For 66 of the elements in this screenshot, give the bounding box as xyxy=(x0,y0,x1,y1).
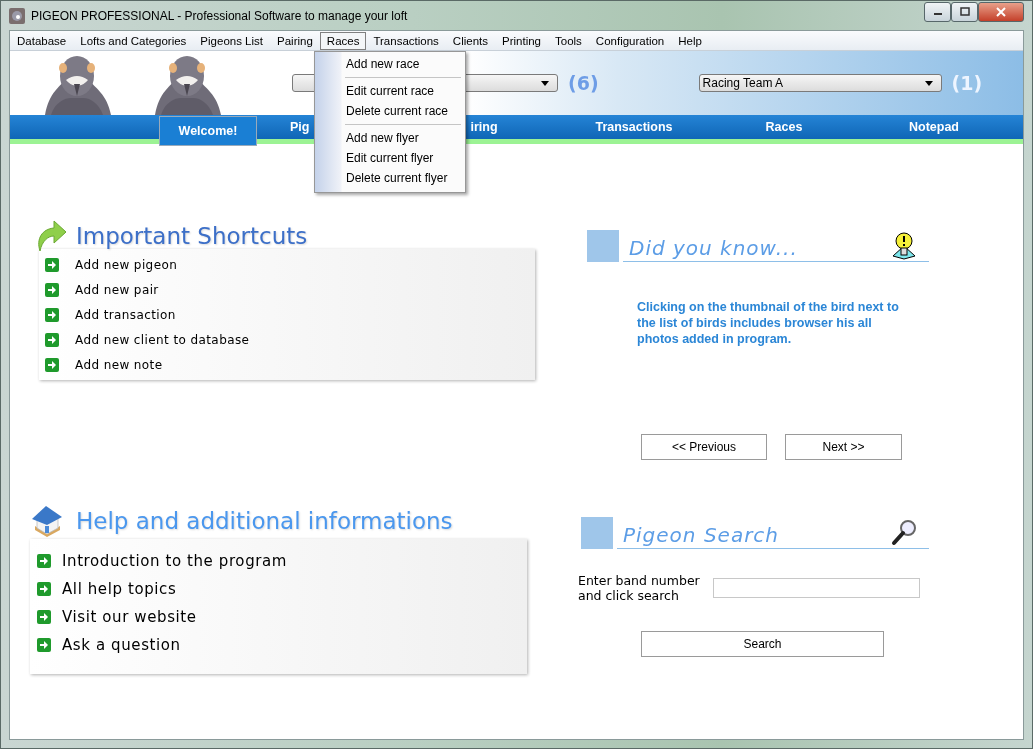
tab[interactable]: Transactions xyxy=(559,115,709,139)
help-link[interactable]: Visit our website xyxy=(62,608,197,626)
close-button[interactable] xyxy=(978,2,1024,22)
menu-item[interactable]: Pairing xyxy=(270,31,320,50)
help-link[interactable]: Ask a question xyxy=(62,636,181,654)
caret-icon xyxy=(541,80,549,86)
arrow-icon xyxy=(37,582,51,596)
dropdown[interactable]: Racing Team A xyxy=(698,74,942,92)
menu-item[interactable]: Configuration xyxy=(588,31,672,50)
magnifier-icon xyxy=(891,519,917,547)
house-icon xyxy=(30,504,64,538)
section-title: Help and additional informations xyxy=(76,508,453,534)
arrow-icon xyxy=(37,554,51,568)
section-title: Did you know... xyxy=(629,236,798,260)
band-number-field[interactable] xyxy=(713,578,920,598)
app-icon xyxy=(9,7,25,24)
menu-item[interactable]: Help xyxy=(671,31,709,50)
menu-item[interactable]: Tools xyxy=(548,31,589,50)
section-title: Pigeon Search xyxy=(623,523,780,547)
menu-option[interactable]: Delete current race xyxy=(315,101,465,121)
menu-option[interactable]: Edit current flyer xyxy=(315,148,465,168)
menu-option[interactable]: Delete current flyer xyxy=(315,168,465,188)
tab[interactable]: Races xyxy=(709,115,859,139)
shortcut-link[interactable]: Add new pair xyxy=(75,283,159,297)
help-link[interactable]: All help topics xyxy=(62,580,177,598)
arrow-icon xyxy=(45,358,59,372)
square-marker xyxy=(581,517,613,549)
close-icon xyxy=(996,7,1006,17)
menu-option[interactable]: Add new race xyxy=(315,54,465,74)
menu-option[interactable]: Add new flyer xyxy=(315,128,465,148)
menu-item[interactable]: Pigeons List xyxy=(193,31,270,50)
menu-item[interactable]: Lofts and Categories xyxy=(73,31,194,50)
previous-button[interactable]: << Previous xyxy=(641,434,767,460)
menu-item[interactable]: Races xyxy=(319,31,367,50)
shortcut-link[interactable]: Add transaction xyxy=(75,308,176,322)
shortcut-link[interactable]: Add new pigeon xyxy=(75,258,178,272)
minimize-button[interactable] xyxy=(924,2,951,22)
menu-item[interactable]: Clients xyxy=(445,31,495,50)
tab[interactable]: Notepad xyxy=(859,115,1009,139)
menu-item[interactable]: Printing xyxy=(495,31,548,50)
next-button[interactable]: Next >> xyxy=(785,434,902,460)
field-label: Enter band number and click search xyxy=(578,573,701,603)
tab[interactable]: Welcome! xyxy=(159,116,257,146)
section-title: Important Shortcuts xyxy=(76,223,308,249)
window-title: PIGEON PROFESSIONAL - Professional Software to manage your loft xyxy=(31,8,408,23)
arrow-icon xyxy=(37,610,51,624)
menu-option[interactable]: Edit current race xyxy=(315,81,465,101)
arrow-icon xyxy=(45,333,59,347)
count-label: (1) xyxy=(951,72,983,94)
tip-text: Clicking on the thumbnail of the bird next to the list of birds includes browser his all photos added in program. xyxy=(637,299,900,347)
lightbulb-icon xyxy=(891,232,917,260)
arrow-icon xyxy=(45,308,59,322)
search-button[interactable]: Search xyxy=(641,631,884,657)
caret-icon xyxy=(924,80,933,86)
menu-item[interactable]: Transactions xyxy=(366,31,446,50)
arrow-icon xyxy=(45,283,59,297)
help-link[interactable]: Introduction to the program xyxy=(62,552,288,570)
arrow-icon xyxy=(45,258,59,272)
shortcut-link[interactable]: Add new client to database xyxy=(75,333,250,347)
square-marker xyxy=(587,230,619,262)
shortcut-link[interactable]: Add new note xyxy=(75,358,163,372)
maximize-button[interactable] xyxy=(951,2,978,22)
maximize-icon xyxy=(959,7,970,17)
count-label: (6) xyxy=(568,72,599,94)
menu-item[interactable]: Database xyxy=(10,31,74,50)
arrow-icon xyxy=(37,638,51,652)
